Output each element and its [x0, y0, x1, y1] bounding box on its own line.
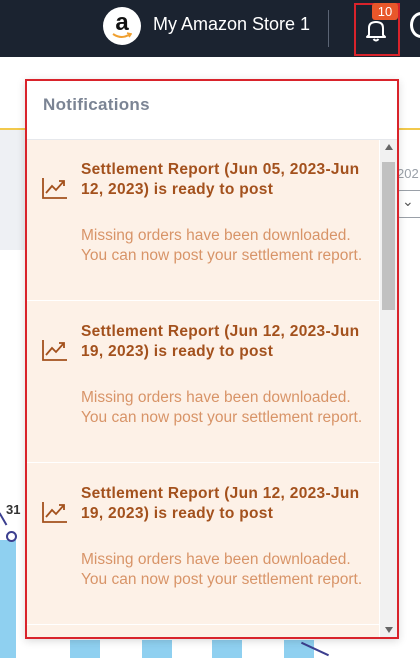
scroll-up-arrow-icon[interactable]	[385, 144, 393, 150]
notification-title: Settlement Report (Jun 05, 2023-Jun 12, …	[81, 161, 360, 198]
chevron-down-icon: ⌄	[402, 193, 414, 209]
amazon-smile-icon	[112, 32, 132, 38]
notification-title: Settlement Report (Jun 12, 2023-Jun 19, …	[81, 485, 360, 522]
scroll-down-arrow-icon[interactable]	[385, 627, 393, 633]
notification-title: Settlement Report (Jun 12, 2023-Jun 19, …	[81, 323, 360, 360]
store-selector[interactable]: My Amazon Store 1	[153, 14, 310, 35]
notification-message: Missing orders have been downloaded. You…	[81, 389, 363, 426]
chart-bar	[142, 640, 172, 658]
notification-item[interactable]: Settlement Report (Jun 12, 2023-Jun 19, …	[27, 302, 379, 463]
notification-message: Missing orders have been downloaded. You…	[81, 227, 363, 264]
navbar-divider	[328, 10, 329, 47]
chart-bar	[0, 540, 16, 658]
chart-bar	[212, 640, 242, 658]
chart-bar	[284, 640, 314, 658]
trending-up-icon	[42, 340, 67, 361]
bell-icon	[366, 21, 386, 42]
notifications-dropdown: Notifications Settlement Report (Jun 05,…	[25, 79, 399, 639]
period-select[interactable]: ⌄	[396, 190, 420, 218]
notifications-button[interactable]: 10	[354, 3, 400, 56]
trending-up-icon	[42, 502, 67, 523]
chart-data-label: 31	[6, 502, 21, 517]
trending-up-icon	[42, 178, 67, 199]
side-panel	[0, 130, 25, 250]
notification-message: Missing orders have been downloaded. You…	[81, 551, 363, 588]
chart-point	[6, 531, 17, 542]
chart-bar	[70, 640, 100, 658]
notifications-scrollbar[interactable]	[380, 140, 397, 637]
year-label: 202	[397, 166, 419, 181]
notifications-title: Notifications	[43, 95, 150, 114]
notification-item[interactable]: Settlement Report (Jun 05, 2023-Jun 12, …	[27, 140, 379, 301]
amazon-logo-icon[interactable]: a	[103, 7, 141, 45]
scroll-thumb[interactable]	[382, 162, 395, 310]
top-navbar: a My Amazon Store 1 10	[0, 0, 420, 57]
user-menu-icon[interactable]	[410, 12, 420, 38]
notification-count-badge: 10	[372, 3, 398, 20]
notifications-header: Notifications	[27, 81, 397, 140]
notifications-list[interactable]: Settlement Report (Jun 05, 2023-Jun 12, …	[27, 140, 379, 637]
notification-item[interactable]: Settlement Report (Jun 12, 2023-Jun 19, …	[27, 464, 379, 625]
